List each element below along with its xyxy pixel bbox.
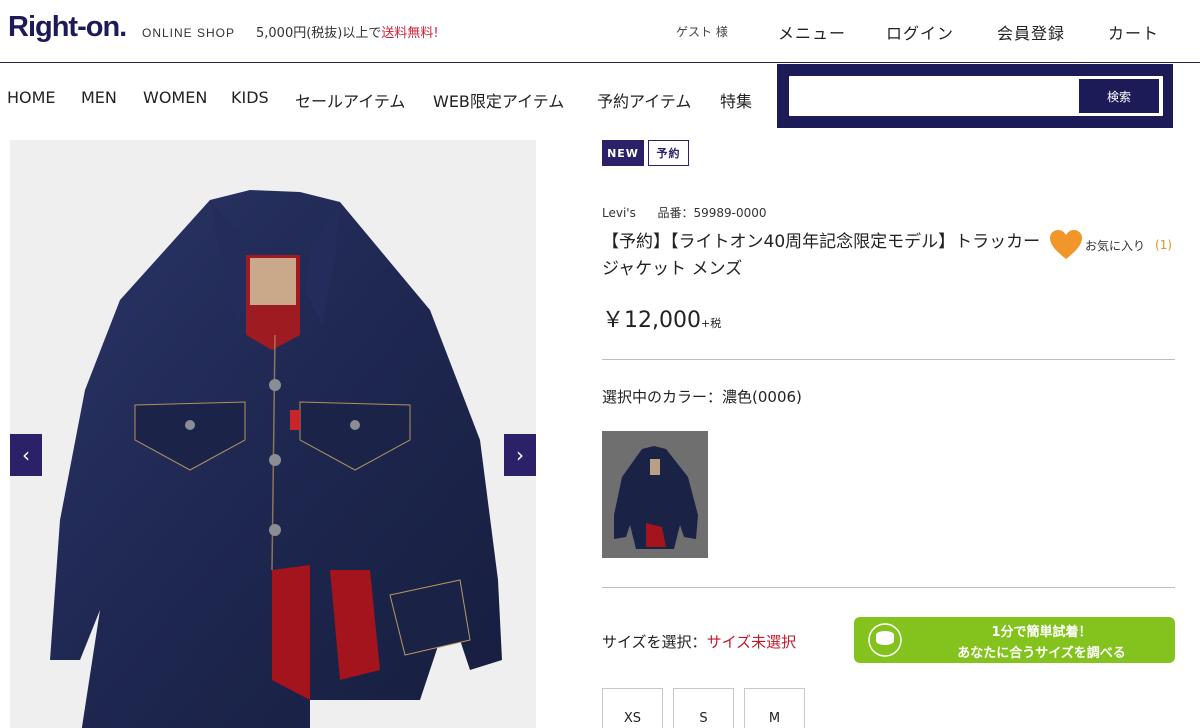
search-panel: 検索 (777, 64, 1173, 128)
cart-link[interactable]: カート (1108, 20, 1159, 44)
login-link[interactable]: ログイン (886, 20, 954, 44)
denim-jacket-illustration (50, 190, 502, 728)
size-select-label: サイズを選択：サイズ未選択 (602, 631, 796, 652)
tax-label: +税 (700, 317, 722, 330)
unisize-line-1: 1分で簡単試着！ (991, 625, 1092, 640)
jacket-thumbnail-image (602, 431, 708, 558)
menu-link[interactable]: メニュー (778, 20, 846, 44)
product-image (10, 140, 536, 728)
nav-preorder[interactable]: 予約アイテム (597, 88, 691, 112)
register-link[interactable]: 会員登録 (997, 20, 1065, 44)
heart-icon (1050, 230, 1082, 259)
unisize-line-2: あなたに合うサイズを調べる (957, 646, 1126, 661)
new-badge: NEW (602, 140, 644, 166)
site-logo[interactable]: Right-on. (8, 11, 127, 44)
nav-women[interactable]: WOMEN (143, 88, 207, 107)
preorder-badge: 予約 (648, 140, 689, 166)
brand-and-item-number: Levi's 品番：59989-0000 (602, 204, 767, 221)
gallery-next-button[interactable]: › (504, 434, 536, 476)
chevron-left-icon: ‹ (22, 443, 30, 467)
nav-sale[interactable]: セールアイテム (295, 88, 405, 112)
shipping-promo: 5,000円(税抜)以上で送料無料! (256, 22, 439, 41)
unisize-fit-button[interactable]: 1分で簡単試着！ あなたに合うサイズを調べる (854, 617, 1175, 663)
product-title: 【予約】【ライトオン40周年記念限定モデル】トラッカージャケット メンズ (602, 232, 1041, 279)
divider (602, 587, 1175, 588)
nav-men[interactable]: MEN (81, 88, 117, 107)
search-input[interactable]: 検索 (788, 75, 1164, 117)
unisize-icon (868, 623, 902, 657)
favorite-label: お気に入り (1085, 238, 1146, 253)
product-price: ￥12,000+税 (602, 302, 721, 334)
size-option-xs[interactable]: XS (602, 688, 663, 728)
nav-kids[interactable]: KIDS (231, 88, 269, 107)
color-swatch-thumbnail[interactable] (602, 431, 708, 558)
size-option-m[interactable]: M (744, 688, 805, 728)
size-label-text: サイズを選択： (602, 633, 707, 651)
promo-text: 5,000円(税抜)以上で (256, 26, 382, 41)
search-button[interactable]: 検索 (1079, 79, 1159, 113)
chevron-right-icon: › (516, 443, 524, 467)
favorite-count: (1) (1155, 238, 1173, 252)
divider (602, 359, 1175, 360)
nav-home[interactable]: HOME (7, 88, 56, 107)
guest-greeting: ゲスト 様 (676, 25, 728, 39)
brand-name[interactable]: Levi's (602, 206, 636, 220)
favorite-button[interactable]: お気に入り (1) (1050, 230, 1172, 260)
logo-subtitle: ONLINE SHOP (142, 26, 236, 40)
selected-color-label: 選択中のカラー：濃色(0006) (602, 388, 802, 406)
nav-web-limited[interactable]: WEB限定アイテム (433, 88, 564, 112)
gallery-prev-button[interactable]: ‹ (10, 434, 42, 476)
price-value: ￥12,000 (602, 308, 701, 333)
nav-features[interactable]: 特集 (720, 88, 752, 112)
size-status: サイズ未選択 (706, 633, 797, 651)
item-number: 品番：59989-0000 (657, 206, 767, 220)
top-header: Right-on. ONLINE SHOP 5,000円(税抜)以上で送料無料!… (0, 0, 1200, 63)
size-option-s[interactable]: S (673, 688, 734, 728)
promo-highlight: 送料無料! (381, 26, 439, 41)
